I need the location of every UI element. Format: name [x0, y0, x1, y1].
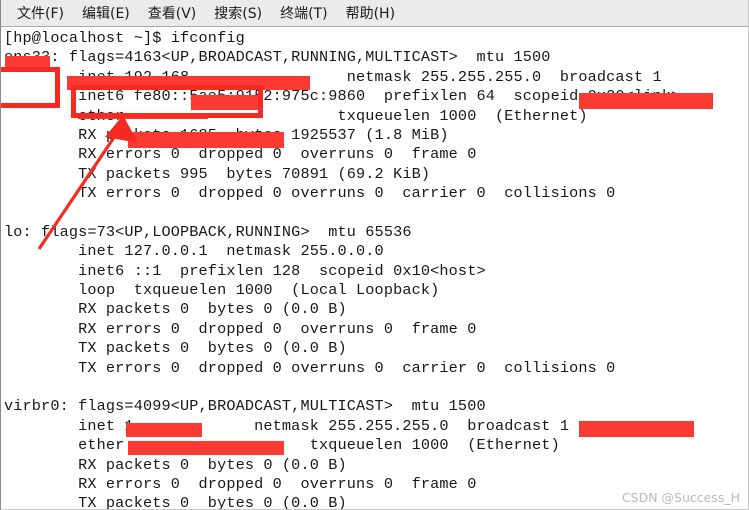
- terminal-line-ens33-flags: ens33: flags=4163<UP,BROADCAST,RUNNING,M…: [4, 48, 551, 67]
- terminal-line-lo-tx-packets: TX packets 0 bytes 0 (0.0 B): [4, 339, 347, 358]
- terminal-line-lo-loop: loop txqueuelen 1000 (Local Loopback): [4, 281, 440, 300]
- terminal-line-prompt: [hp@localhost ~]$ ifconfig: [4, 29, 245, 47]
- redaction-bar-virbr0-ether: [128, 441, 284, 455]
- csdn-watermark: CSDN @Success_H: [621, 490, 740, 505]
- redaction-bar-ens33-ether: [128, 132, 284, 148]
- terminal-line-lo-inet: inet 127.0.0.1 netmask 255.0.0.0: [4, 242, 384, 261]
- terminal-line-virbr0-rx-packets: RX packets 0 bytes 0 (0.0 B): [4, 455, 347, 474]
- redaction-bar-ens33-broadcast: [579, 93, 713, 109]
- menu-edit[interactable]: 编辑(E): [73, 1, 139, 26]
- terminal-line-virbr0-flags: virbr0: flags=4099<UP,BROADCAST,MULTICAS…: [4, 397, 486, 416]
- terminal-line-blank-1: [2, 204, 748, 223]
- menu-bar: 文件(F) 编辑(E) 查看(V) 搜索(S) 终端(T) 帮助(H): [1, 0, 748, 27]
- menu-file[interactable]: 文件(F): [8, 1, 73, 26]
- terminal-line-lo-rx-errors: RX errors 0 dropped 0 overruns 0 frame 0: [4, 319, 477, 338]
- interface-name-highlight-box: [1, 67, 60, 108]
- terminal-line-ens33-rx-packets: RX packets 1685 bytes 1925537 (1.8 MiB): [78, 125, 449, 144]
- redaction-bar-virbr0-inet: [126, 423, 202, 437]
- menu-search[interactable]: 搜索(S): [205, 1, 271, 26]
- menu-terminal[interactable]: 终端(T): [271, 1, 336, 26]
- menu-view[interactable]: 查看(V): [139, 1, 206, 26]
- terminal-line-ens33-rx-errors: RX errors 0 dropped 0 overruns 0 frame 0: [4, 145, 477, 164]
- terminal-line-ens33-tx-packets: TX packets 995 bytes 70891 (69.2 KiB): [4, 164, 431, 183]
- menu-help[interactable]: 帮助(H): [337, 1, 404, 26]
- terminal-line-lo-rx-packets: RX packets 0 bytes 0 (0.0 B): [4, 300, 347, 319]
- terminal-line-lo-inet6: inet6 ::1 prefixlen 128 scopeid 0x10<hos…: [4, 261, 486, 280]
- inet-address-highlight-box: [71, 85, 263, 118]
- terminal-line-lo-tx-errors: TX errors 0 dropped 0 overruns 0 carrier…: [4, 358, 616, 377]
- terminal-window: 文件(F) 编辑(E) 查看(V) 搜索(S) 终端(T) 帮助(H) [hp@…: [0, 0, 749, 510]
- terminal-line-lo-flags: lo: flags=73<UP,LOOPBACK,RUNNING> mtu 65…: [4, 222, 412, 241]
- terminal-line-virbr0-ether: ether txqueuelen 1000 (Ethernet): [78, 436, 560, 455]
- terminal-line-ens33-tx-errors: TX errors 0 dropped 0 overruns 0 carrier…: [4, 184, 616, 203]
- redaction-bar-virbr0-broadcast: [579, 421, 694, 437]
- terminal-line-blank-2: [2, 378, 748, 397]
- terminal-output-area[interactable]: [hp@localhost ~]$ ifconfig ens33: flags=…: [1, 27, 748, 509]
